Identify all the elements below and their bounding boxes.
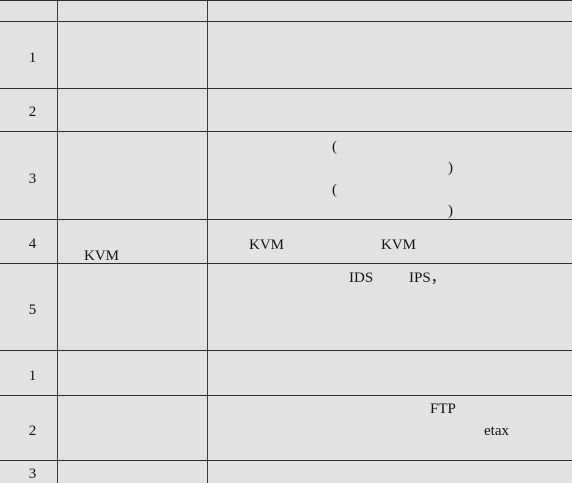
row-divider xyxy=(0,219,572,220)
row3-paren-open-2: ( xyxy=(332,182,337,198)
row2b-desc-etax: etax xyxy=(484,423,509,439)
row-number: 3 xyxy=(28,171,37,187)
row-divider xyxy=(0,21,572,22)
row-divider xyxy=(0,395,572,396)
row-number: 2 xyxy=(28,423,37,439)
requirements-table: 1 2 3 4 5 1 2 3 ( ) ( ) KVM KVM KVM IDS … xyxy=(0,0,572,483)
row-number: 3 xyxy=(28,466,37,482)
row-divider xyxy=(0,131,572,132)
row-number: 1 xyxy=(28,50,37,66)
row-divider xyxy=(0,460,572,461)
row4-item: KVM xyxy=(84,248,120,264)
column-divider xyxy=(207,0,208,483)
row-divider xyxy=(0,0,572,1)
row3-paren-open-1: ( xyxy=(332,139,337,155)
row-number: 1 xyxy=(28,368,37,384)
row4-desc-a: KVM xyxy=(249,237,285,253)
row-number: 2 xyxy=(28,104,37,120)
row3-paren-close-2: ) xyxy=(448,203,453,219)
row4-desc-b: KVM xyxy=(381,237,417,253)
row3-paren-close-1: ) xyxy=(448,160,453,176)
row-divider xyxy=(0,350,572,351)
row2b-desc-ftp: FTP xyxy=(430,401,456,417)
row-number: 5 xyxy=(28,302,37,318)
row-divider xyxy=(0,88,572,89)
row5-desc-ips: IPS， xyxy=(409,270,446,286)
row5-desc-ids: IDS xyxy=(349,270,374,286)
row-number: 4 xyxy=(28,236,37,252)
